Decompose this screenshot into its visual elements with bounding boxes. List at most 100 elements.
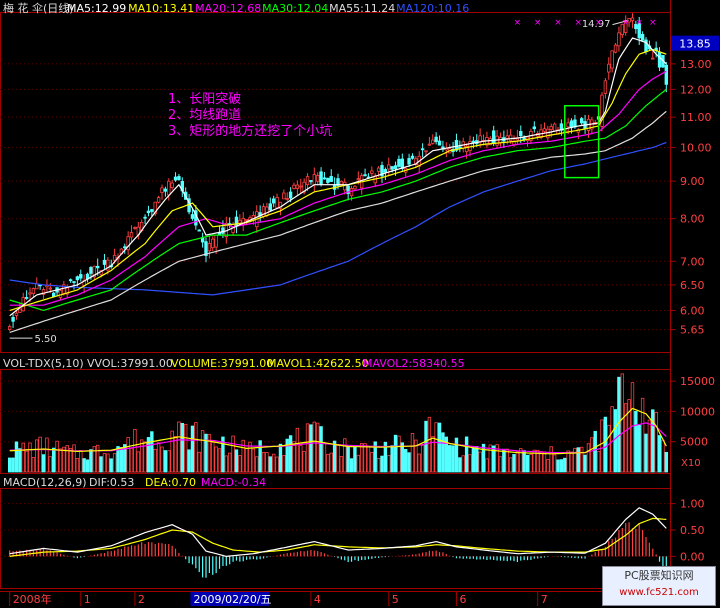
time-label-0: 2008年 [13, 592, 52, 606]
macd-tick-label: 0.50 [680, 524, 705, 537]
candle-body [322, 177, 327, 180]
candle-body [14, 312, 19, 316]
signal-marker: × [635, 18, 643, 28]
volume-bar [637, 424, 641, 473]
candle-body [170, 182, 174, 188]
volume-bar [82, 458, 86, 473]
candle-body [532, 126, 537, 130]
price-tick-label: 5.65 [680, 324, 705, 337]
volume-bar [302, 451, 306, 473]
volume-bar [478, 451, 482, 473]
candle-body [11, 317, 15, 322]
signal-marker: × [554, 18, 562, 28]
volume-bar [339, 456, 344, 473]
volume-bar [126, 437, 130, 473]
candle-body [640, 34, 645, 41]
signal-marker: × [514, 18, 522, 28]
volume-bar [485, 458, 489, 473]
volume-bar [190, 425, 195, 473]
ma-legend-4: MA55:11.24 [329, 2, 395, 15]
candle-body [271, 198, 276, 204]
candle-body [315, 175, 320, 182]
volume-bar [51, 447, 56, 473]
candle-body [508, 134, 513, 142]
candle-body [390, 166, 394, 170]
price-tick-label: 7.00 [680, 255, 705, 268]
volume-bar [45, 437, 49, 473]
volume-bar [387, 454, 391, 473]
volume-bar [556, 459, 560, 473]
volume-bar [170, 430, 174, 473]
volume-bar [309, 424, 313, 473]
volume-bar [312, 421, 317, 473]
macd-legend-2: DEA:0.70 [145, 476, 196, 489]
volume-bar [99, 456, 103, 473]
candle-body [427, 143, 432, 146]
volume-bar [129, 447, 134, 473]
volume-bar [586, 443, 591, 473]
volume-tick-label: 5000 [680, 436, 708, 449]
volume-bar [160, 446, 164, 473]
volume-bar [58, 448, 63, 473]
volume-bar [397, 435, 401, 473]
candle-body [265, 206, 269, 216]
volume-bar [549, 446, 553, 473]
macd-tick-label: 1.00 [680, 498, 705, 511]
candle-body [434, 136, 438, 143]
time-label-1: 1 [84, 593, 91, 606]
volume-bar [299, 445, 303, 473]
volume-bar [353, 446, 357, 473]
volume-bar [275, 456, 279, 473]
volume-bar [329, 452, 333, 473]
candle-body [31, 288, 36, 294]
signal-marker: × [622, 18, 630, 28]
candle-body [610, 50, 614, 69]
volume-bar [38, 436, 42, 473]
volume-bar [214, 446, 218, 473]
candle-body [221, 227, 225, 234]
candle-body [491, 130, 496, 144]
candle-body [387, 164, 391, 170]
candle-body [573, 119, 577, 128]
volume-bar [441, 432, 445, 473]
candle-body [238, 219, 242, 224]
volume-tick-label: 15000 [680, 375, 715, 388]
volume-bar [278, 443, 283, 473]
stock-chart[interactable]: 13.0012.0011.0010.009.008.007.006.506.00… [0, 0, 720, 608]
volume-bar [566, 450, 570, 473]
macd-tick-label: 0.00 [680, 550, 705, 563]
candle-body [177, 176, 181, 181]
candle-body [299, 185, 303, 188]
volume-bar [475, 446, 479, 473]
candle-body [617, 32, 621, 47]
volume-bar [424, 420, 428, 473]
time-label-5: 5 [392, 593, 399, 606]
volume-bar [610, 406, 614, 473]
candle-body [630, 17, 635, 21]
volume-bar [447, 445, 452, 473]
price-tick-label: 9.00 [680, 175, 705, 188]
volume-bar [420, 445, 425, 473]
macd-legend-3: MACD:-0.34 [201, 476, 266, 489]
signal-marker: × [595, 18, 603, 28]
price-tick-label: 6.50 [680, 279, 705, 292]
candle-body [431, 139, 435, 144]
volume-bar [326, 453, 330, 473]
price-tick-label: 13.00 [680, 58, 712, 71]
low-price-label: 5.50 [34, 334, 56, 345]
volume-bar [502, 448, 506, 473]
candle-body [383, 169, 388, 173]
volume-bar [559, 459, 564, 473]
volume-bar [644, 433, 648, 473]
volume-bar [305, 423, 310, 473]
volume-bar [292, 441, 296, 473]
candle-body [167, 180, 171, 196]
candle-body [79, 274, 83, 279]
candle-body [292, 184, 296, 189]
candle-body [407, 158, 411, 165]
volume-bar [136, 451, 141, 473]
candle-body [207, 243, 212, 252]
volume-bar [31, 457, 36, 473]
candle-body [150, 209, 154, 212]
price-tick-label: 6.00 [680, 304, 705, 317]
